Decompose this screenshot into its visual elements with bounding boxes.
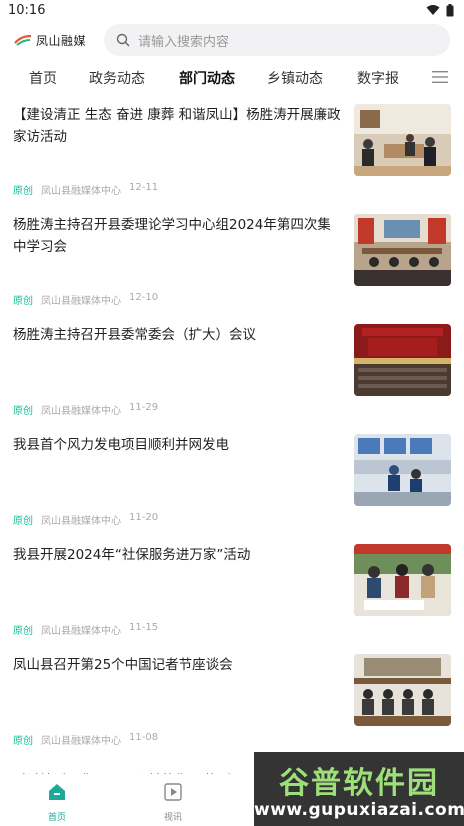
original-tag: 原创 [13, 406, 33, 417]
news-source: 凤山县融媒体中心 [41, 516, 121, 527]
news-title: 杨胜涛主持召开县委常委会（扩大）会议 [13, 327, 256, 343]
news-date: 11-08 [129, 732, 159, 743]
news-source: 凤山县融媒体中心 [41, 296, 121, 307]
bottom-tab-home-label: 首页 [47, 813, 66, 823]
news-date: 11-20 [129, 512, 159, 523]
news-meta: 原创 凤山县融媒体中心 12-11 [13, 182, 158, 197]
news-title: 杨胜涛主持召开县委理论学习中心组2024年第四次集中学习会 [13, 217, 331, 255]
bottom-tab-video[interactable]: 视讯 [143, 782, 203, 823]
video-icon [164, 783, 182, 801]
tab-department-news[interactable]: 部门动态 [179, 68, 235, 88]
news-title: 【建设清正 生态 奋进 康葬 和谐凤山】杨胜涛开展廉政家访活动 [13, 107, 341, 145]
watermark-url: www.gupuxiazai.com [254, 800, 464, 820]
search-placeholder: 请输入搜索内容 [138, 34, 230, 50]
bottom-tab-video-label: 视讯 [163, 813, 182, 823]
tab-digital-paper[interactable]: 数字报 [357, 68, 399, 88]
news-source: 凤山县融媒体中心 [41, 406, 121, 417]
news-thumbnail [354, 654, 451, 726]
menu-icon[interactable] [432, 70, 448, 84]
news-meta: 原创 凤山县融媒体中心 11-20 [13, 512, 158, 527]
news-thumbnail [354, 104, 451, 176]
news-source: 凤山县融媒体中心 [41, 736, 121, 747]
news-date: 11-15 [129, 622, 159, 633]
news-item[interactable]: 杨胜涛主持召开县委常委会（扩大）会议 原创 凤山县融媒体中心 11-29 [0, 318, 464, 428]
nav-tabs: 首页 政务动态 部门动态 乡镇动态 数字报 [0, 58, 464, 98]
news-date: 12-11 [129, 182, 159, 193]
original-tag: 原创 [13, 186, 33, 197]
news-thumbnail [354, 434, 451, 506]
news-item[interactable]: 凤山县召开第25个中国记者节座谈会 原创 凤山县融媒体中心 11-08 [0, 648, 464, 758]
news-item[interactable]: 【建设清正 生态 奋进 康葬 和谐凤山】杨胜涛开展廉政家访活动 原创 凤山县融媒… [0, 98, 464, 208]
wifi-icon [426, 5, 440, 15]
news-meta: 原创 凤山县融媒体中心 12-10 [13, 292, 158, 307]
news-meta: 原创 凤山县融媒体中心 11-15 [13, 622, 158, 637]
news-thumbnail [354, 214, 451, 286]
logo-icon [14, 34, 32, 46]
original-tag: 原创 [13, 736, 33, 747]
news-item[interactable]: 我县开展2024年“社保服务进万家”活动 原创 凤山县融媒体中心 11-15 [0, 538, 464, 648]
tab-home[interactable]: 首页 [29, 68, 57, 88]
app-header: 凤山融媒 请输入搜索内容 [0, 22, 464, 58]
app-logo: 凤山融媒 [14, 29, 86, 51]
watermark-logo: 谷普软件园 www.gupuxiazai.com [254, 752, 464, 826]
news-source: 凤山县融媒体中心 [41, 626, 121, 637]
tab-township-news[interactable]: 乡镇动态 [267, 68, 323, 88]
search-icon [116, 33, 130, 47]
logo-text: 凤山融媒 [36, 33, 87, 48]
news-date: 12-10 [129, 292, 159, 303]
original-tag: 原创 [13, 516, 33, 527]
news-meta: 原创 凤山县融媒体中心 11-08 [13, 732, 158, 747]
news-meta: 原创 凤山县融媒体中心 11-29 [13, 402, 158, 417]
original-tag: 原创 [13, 626, 33, 637]
battery-icon [446, 3, 454, 16]
news-date: 11-29 [129, 402, 159, 413]
search-input[interactable]: 请输入搜索内容 [104, 24, 450, 56]
news-title: 凤山县召开第25个中国记者节座谈会 [13, 657, 233, 673]
news-title: 我县首个风力发电项目顺利并网发电 [13, 437, 229, 453]
status-bar: 10:16 [0, 0, 464, 22]
news-thumbnail [354, 324, 451, 396]
bottom-tab-home[interactable]: 首页 [27, 782, 87, 823]
watermark-title: 谷普软件园 [279, 766, 439, 801]
home-icon [49, 784, 65, 800]
status-time: 10:16 [8, 3, 46, 18]
news-thumbnail [354, 544, 451, 616]
news-item[interactable]: 我县首个风力发电项目顺利并网发电 原创 凤山县融媒体中心 11-20 [0, 428, 464, 538]
tab-government-news[interactable]: 政务动态 [89, 68, 145, 88]
original-tag: 原创 [13, 296, 33, 307]
news-source: 凤山县融媒体中心 [41, 186, 121, 197]
status-icons [426, 3, 454, 17]
news-title: 我县开展2024年“社保服务进万家”活动 [13, 547, 251, 563]
news-item[interactable]: 杨胜涛主持召开县委理论学习中心组2024年第四次集中学习会 原创 凤山县融媒体中… [0, 208, 464, 318]
